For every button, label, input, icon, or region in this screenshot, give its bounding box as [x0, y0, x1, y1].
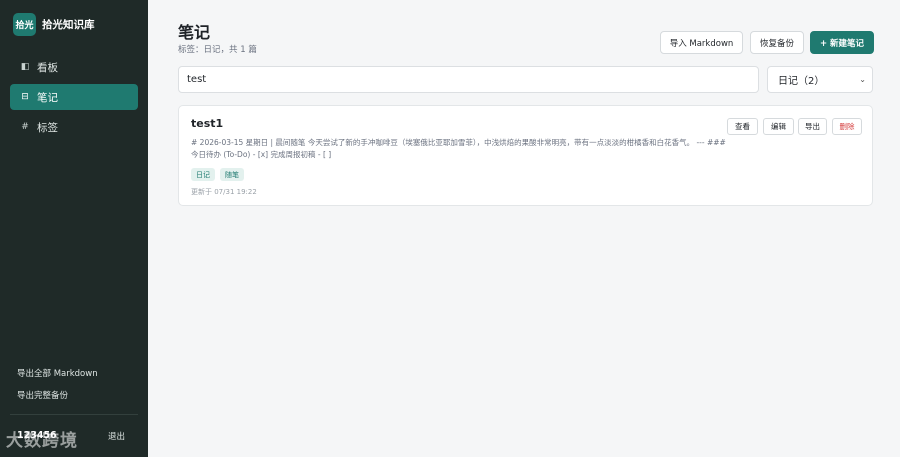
sidebar-item-notes[interactable]: ⊟ 笔记 — [10, 84, 138, 110]
page-subtitle: 标签：日记，共 1 篇 — [178, 45, 257, 55]
sidebar: 拾光 拾光知识库 ◧ 看板 ⊟ 笔记 # 标签 导出全部 Markdown 导出… — [0, 0, 148, 457]
page-title: 笔记 — [178, 23, 211, 42]
chevron-down-icon: ⌄ — [859, 75, 866, 84]
note-title: test1 — [191, 117, 224, 130]
tag-filter-select[interactable]: 日记（2） ⌄ — [767, 66, 873, 93]
sidebar-item-label: 笔记 — [37, 91, 58, 104]
tag-badge[interactable]: 随笔 — [220, 168, 244, 181]
note-card[interactable]: test1 # 2026-03-15 星期日 | 晨间随笔 今天尝试了新的手冲咖… — [178, 105, 873, 206]
export-note-button[interactable]: 导出 — [798, 118, 827, 135]
dashboard-icon: ◧ — [20, 62, 30, 72]
note-excerpt: # 2026-03-15 星期日 | 晨间随笔 今天尝试了新的手冲咖啡豆（埃塞俄… — [191, 138, 726, 159]
tag-filter-value: 日记（2） — [778, 76, 825, 87]
main-content: 笔记 标签：日记，共 1 篇 导入 Markdown 恢复备份 + 新建笔记 日… — [148, 0, 900, 457]
logout-button[interactable]: 退出 — [108, 430, 125, 442]
sidebar-item-label: 标签 — [37, 121, 58, 134]
sidebar-item-dashboard[interactable]: ◧ 看板 — [10, 54, 138, 80]
note-updated-time: 更新于 07/31 19:22 — [191, 188, 257, 196]
search-input[interactable] — [178, 66, 759, 93]
delete-note-button[interactable]: 删除 — [832, 118, 862, 135]
sidebar-item-label: 看板 — [37, 61, 58, 74]
sidebar-item-tags[interactable]: # 标签 — [10, 114, 138, 140]
import-markdown-button[interactable]: 导入 Markdown — [660, 31, 743, 54]
sidebar-divider — [10, 414, 138, 415]
note-tags: 日记 随笔 — [191, 168, 249, 181]
new-note-button[interactable]: + 新建笔记 — [810, 31, 874, 54]
brand[interactable]: 拾光 拾光知识库 — [13, 13, 95, 36]
hash-icon: # — [21, 122, 29, 132]
app-logo: 拾光 — [13, 13, 36, 36]
export-backup-link[interactable]: 导出完整备份 — [17, 389, 68, 401]
sidebar-nav: ◧ 看板 ⊟ 笔记 # 标签 — [10, 54, 138, 144]
tag-badge[interactable]: 日记 — [191, 168, 215, 181]
notes-icon: ⊟ — [21, 92, 29, 102]
restore-backup-button[interactable]: 恢复备份 — [750, 31, 804, 54]
export-all-markdown-link[interactable]: 导出全部 Markdown — [17, 367, 98, 379]
user-name: 123456 — [17, 430, 57, 441]
app-name: 拾光知识库 — [42, 19, 95, 31]
edit-note-button[interactable]: 编辑 — [763, 118, 794, 135]
view-note-button[interactable]: 查看 — [727, 118, 758, 135]
